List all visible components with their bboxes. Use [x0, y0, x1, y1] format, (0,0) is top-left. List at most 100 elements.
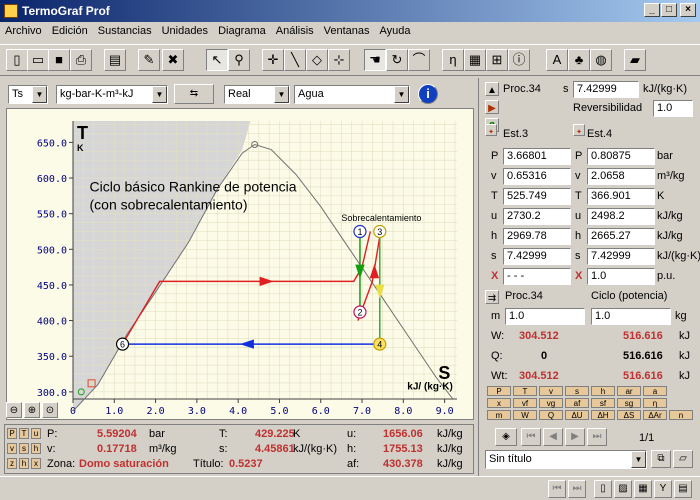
- info-icon[interactable]: ⓘ: [508, 49, 530, 71]
- mini-x-icon[interactable]: x: [31, 458, 41, 469]
- reversibility-field[interactable]: 1.0: [653, 100, 693, 117]
- mass-process-field[interactable]: 1.0: [505, 308, 585, 325]
- open-folder-icon[interactable]: ▭: [27, 49, 49, 71]
- state4-prop-field[interactable]: 0.80875: [587, 148, 655, 165]
- rotate-icon[interactable]: ↻: [386, 49, 408, 71]
- mini-z-icon[interactable]: z: [7, 458, 17, 469]
- next-frame-icon[interactable]: ▶: [565, 428, 585, 446]
- add-process-icon[interactable]: ⊹: [328, 49, 350, 71]
- eraser-icon[interactable]: ▰: [624, 49, 646, 71]
- quantity-button[interactable]: x: [487, 398, 511, 408]
- quantity-button[interactable]: n: [669, 410, 693, 420]
- grid-icon[interactable]: ⊞: [486, 49, 508, 71]
- state3-prop-field[interactable]: 7.42999: [503, 248, 571, 265]
- mini-p-icon[interactable]: P: [7, 428, 17, 439]
- state4-prop-field[interactable]: 2.0658: [587, 168, 655, 185]
- zoom-in-icon[interactable]: ⊕: [24, 402, 40, 418]
- state3-prop-field[interactable]: 525.749: [503, 188, 571, 205]
- mini-h-icon[interactable]: h: [19, 458, 29, 469]
- quantity-button[interactable]: af: [565, 398, 589, 408]
- text-icon[interactable]: A: [546, 49, 568, 71]
- menu-edicion[interactable]: Edición: [47, 22, 93, 40]
- zoom-icon[interactable]: ⚲: [228, 49, 250, 71]
- quantity-button[interactable]: W: [513, 410, 537, 420]
- close-button[interactable]: ×: [680, 3, 696, 17]
- state4-prop-field[interactable]: 7.42999: [587, 248, 655, 265]
- table-view-icon[interactable]: ▦: [634, 480, 652, 498]
- new-file-icon[interactable]: ▯: [6, 49, 28, 71]
- menu-ayuda[interactable]: Ayuda: [375, 22, 416, 40]
- mini-t-icon[interactable]: T: [19, 428, 29, 439]
- mini-s-icon[interactable]: s: [19, 443, 29, 454]
- quantity-button[interactable]: vg: [539, 398, 563, 408]
- quantity-button[interactable]: P: [487, 386, 511, 396]
- state3-prop-field[interactable]: 0.65316: [503, 168, 571, 185]
- zoom-fit-icon[interactable]: ⊙: [42, 402, 58, 418]
- quantity-button[interactable]: a: [643, 386, 667, 396]
- state4-prop-field[interactable]: 2665.27: [587, 228, 655, 245]
- quantity-button[interactable]: sg: [617, 398, 641, 408]
- pencil-icon[interactable]: ✎: [138, 49, 160, 71]
- s-param-field[interactable]: 7.42999: [573, 81, 639, 98]
- chart-icon[interactable]: ▨: [614, 480, 632, 498]
- quantity-button[interactable]: sf: [591, 398, 615, 408]
- quantity-button[interactable]: h: [591, 386, 615, 396]
- menu-sustancias[interactable]: Sustancias: [93, 22, 157, 40]
- efficiency-icon[interactable]: η: [442, 49, 464, 71]
- book-icon[interactable]: ▤: [104, 49, 126, 71]
- mini-u-icon[interactable]: u: [31, 428, 41, 439]
- quantity-button[interactable]: m: [487, 410, 511, 420]
- process-icon[interactable]: ⇉: [485, 290, 499, 304]
- minimize-button[interactable]: _: [644, 3, 660, 17]
- menu-analisis[interactable]: Análisis: [271, 22, 319, 40]
- info-icon[interactable]: i: [418, 84, 438, 104]
- quantity-button[interactable]: ΔU: [565, 410, 589, 420]
- diagram-type-select[interactable]: Ts ▼: [8, 85, 48, 104]
- quantity-button[interactable]: vf: [513, 398, 537, 408]
- state3-prop-field[interactable]: 2730.2: [503, 208, 571, 225]
- menu-unidades[interactable]: Unidades: [157, 22, 213, 40]
- quantity-button[interactable]: ar: [617, 386, 641, 396]
- model-select[interactable]: Real ▼: [224, 85, 290, 104]
- model-toggle-icon[interactable]: ⇆: [174, 84, 214, 104]
- process-up-icon[interactable]: ▲: [485, 82, 499, 96]
- prev-frame-icon[interactable]: ◀: [543, 428, 563, 446]
- quantity-button[interactable]: s: [565, 386, 589, 396]
- zoom-out-icon[interactable]: ⊖: [6, 402, 22, 418]
- menu-archivo[interactable]: Archivo: [0, 22, 47, 40]
- quantity-button[interactable]: ΔH: [591, 410, 615, 420]
- line-icon[interactable]: ╲: [284, 49, 306, 71]
- state3-prop-field[interactable]: 3.66801: [503, 148, 571, 165]
- quantity-button[interactable]: ΔS: [617, 410, 641, 420]
- table-icon[interactable]: ▦: [464, 49, 486, 71]
- document-select[interactable]: Sin título ▼: [485, 450, 647, 469]
- maximize-button[interactable]: □: [661, 3, 677, 17]
- delete-icon[interactable]: ✖: [162, 49, 184, 71]
- mass-cycle-field[interactable]: 1.0: [591, 308, 671, 325]
- quantity-button[interactable]: v: [539, 386, 563, 396]
- save-icon[interactable]: ■: [48, 49, 70, 71]
- copy-icon[interactable]: ⧉: [651, 450, 671, 468]
- quantity-button[interactable]: T: [513, 386, 537, 396]
- menu-ventanas[interactable]: Ventanas: [319, 22, 375, 40]
- pointer-icon[interactable]: ↖: [206, 49, 228, 71]
- print-icon[interactable]: ⎙: [70, 49, 92, 71]
- state4-marker-icon[interactable]: ✦: [573, 124, 585, 136]
- tree-icon[interactable]: ♣: [568, 49, 590, 71]
- clear-icon[interactable]: ▱: [673, 450, 693, 468]
- first-frame-icon[interactable]: ⏮: [521, 428, 541, 446]
- document-icon[interactable]: ▯: [594, 480, 612, 498]
- calculator-icon[interactable]: ▤: [674, 480, 692, 498]
- film-icon[interactable]: ◈: [495, 428, 517, 446]
- ts-diagram[interactable]: 300.0 350.0 400.0 450.0 500.0 550.0 600.0 650.0…: [6, 108, 474, 420]
- state3-prop-field[interactable]: 2969.78: [503, 228, 571, 245]
- point-icon[interactable]: ✛: [262, 49, 284, 71]
- units-select[interactable]: kg-bar-K-m³-kJ ▼: [56, 85, 168, 104]
- mini-v-icon[interactable]: v: [7, 443, 17, 454]
- polygon-icon[interactable]: ◇: [306, 49, 328, 71]
- last-frame-icon[interactable]: ⏭: [587, 428, 607, 446]
- y-axis-icon[interactable]: Y: [654, 480, 672, 498]
- state4-prop-field[interactable]: 366.901: [587, 188, 655, 205]
- state4-prop-field[interactable]: 1.0: [587, 268, 655, 285]
- quantity-button[interactable]: η: [643, 398, 667, 408]
